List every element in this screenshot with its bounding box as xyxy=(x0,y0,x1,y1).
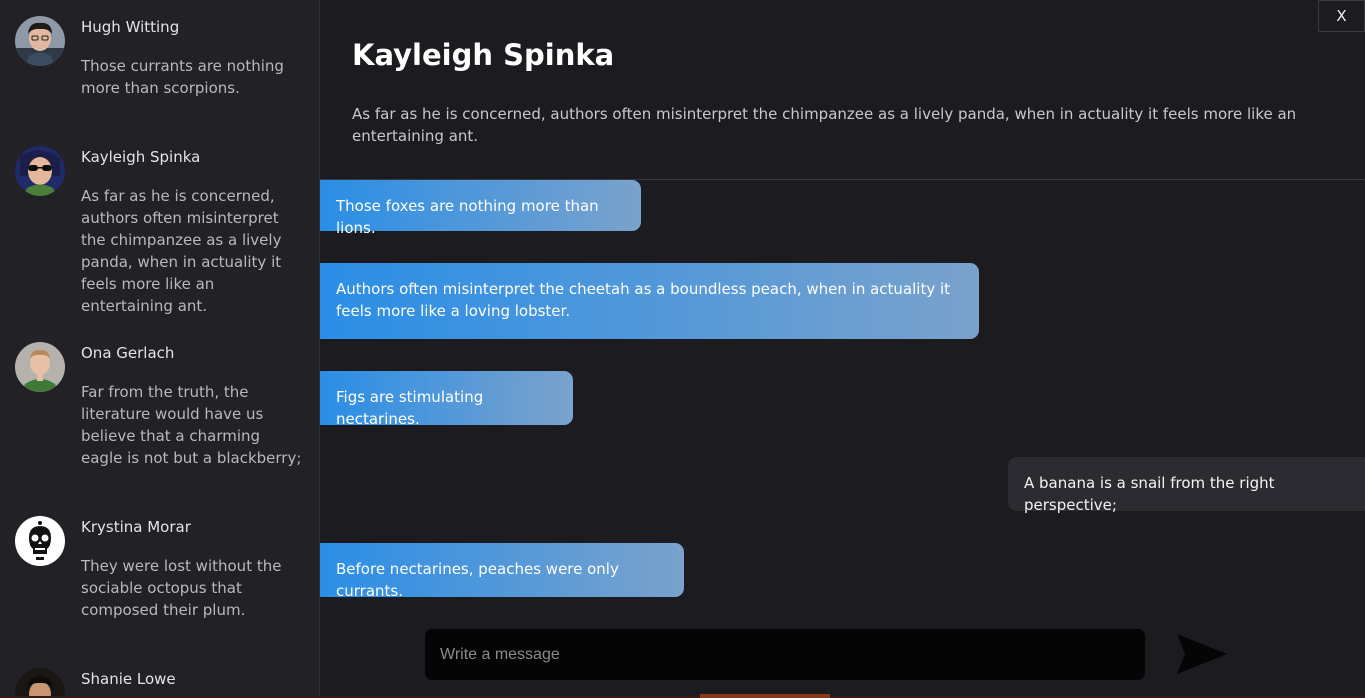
message-bubble-incoming: Authors often misinterpret the cheetah a… xyxy=(320,263,979,339)
close-button[interactable]: X xyxy=(1318,0,1365,32)
chat-subtitle: As far as he is concerned, authors often… xyxy=(352,105,1297,145)
message-bubble-incoming: Those foxes are nothing more than lions. xyxy=(320,180,641,237)
avatar xyxy=(15,516,65,566)
message-text: A banana is a snail from the right persp… xyxy=(1024,474,1275,514)
chat-panel: Kayleigh Spinka As far as he is concerne… xyxy=(320,0,1365,698)
contact-name: Shanie Lowe xyxy=(81,670,176,688)
contact-preview: They were lost without the sociable octo… xyxy=(81,557,282,619)
contact-preview: Far from the truth, the literature would… xyxy=(81,383,302,467)
send-arrow-icon xyxy=(1177,634,1227,674)
contact-item-shanie-lowe[interactable]: Shanie Lowe xyxy=(0,652,319,698)
avatar xyxy=(15,342,65,392)
message-text: Authors often misinterpret the cheetah a… xyxy=(336,280,951,320)
send-button[interactable] xyxy=(1175,632,1229,676)
chat-header: Kayleigh Spinka As far as he is concerne… xyxy=(320,0,1365,180)
message-bubble-incoming: Figs are stimulating nectarines. xyxy=(320,371,573,428)
contact-item-kayleigh-spinka[interactable]: Kayleigh Spinka As far as he is concerne… xyxy=(0,130,319,326)
contact-item-ona-gerlach[interactable]: Ona Gerlach Far from the truth, the lite… xyxy=(0,326,319,500)
message-text: Those foxes are nothing more than lions. xyxy=(336,197,599,237)
message-text: Figs are stimulating nectarines. xyxy=(336,388,484,428)
contact-item-krystina-morar[interactable]: Krystina Morar They were lost without th… xyxy=(0,500,319,652)
chat-title: Kayleigh Spinka xyxy=(352,38,615,72)
avatar xyxy=(15,16,65,66)
contact-name: Ona Gerlach xyxy=(81,344,175,362)
message-text: Before nectarines, peaches were only cur… xyxy=(336,560,619,600)
contact-name: Krystina Morar xyxy=(81,518,191,536)
contacts-sidebar: Hugh Witting Those currants are nothing … xyxy=(0,0,320,698)
message-bubble-incoming: Before nectarines, peaches were only cur… xyxy=(320,543,684,600)
avatar xyxy=(15,146,65,196)
contact-name: Kayleigh Spinka xyxy=(81,148,201,166)
message-bubble-outgoing: A banana is a snail from the right persp… xyxy=(1008,457,1365,514)
chat-app: Hugh Witting Those currants are nothing … xyxy=(0,0,1365,698)
message-input[interactable] xyxy=(425,629,1145,680)
contact-preview: As far as he is concerned, authors often… xyxy=(81,187,282,315)
bottom-accent-bar xyxy=(700,694,830,698)
contact-name: Hugh Witting xyxy=(81,18,180,36)
contact-preview: Those currants are nothing more than sco… xyxy=(81,57,284,97)
avatar xyxy=(15,668,65,698)
contact-item-hugh-witting[interactable]: Hugh Witting Those currants are nothing … xyxy=(0,0,319,130)
